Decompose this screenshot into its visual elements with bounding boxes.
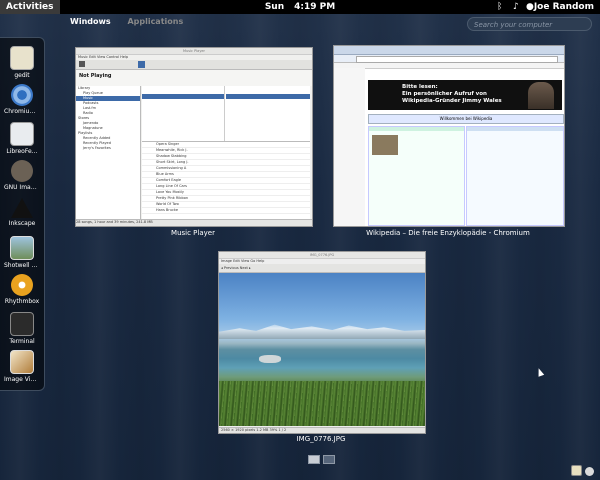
libreoffice-icon (10, 122, 34, 146)
workspace-1[interactable] (308, 455, 320, 464)
play-icon (79, 61, 85, 67)
wiki-sidebar (334, 68, 365, 226)
dash-item-libreoffice[interactable]: LibreoFe… (4, 122, 40, 155)
workspace-2[interactable] (323, 455, 335, 464)
article-image (372, 135, 398, 155)
rock (259, 355, 281, 363)
artist-row-selected[interactable] (142, 94, 224, 99)
clock-day: Sun (264, 2, 285, 12)
status-bar: 28 songs, 1 hour and 39 minutes, 241.8 M… (76, 219, 312, 226)
workspace-indicator (308, 449, 338, 468)
window-caption-image: IMG_0776.JPG (296, 435, 346, 443)
status-bar: 2560 × 1920 pixels 1.2 MB 39% 1 / 2 (219, 427, 425, 433)
dash-label: GNU Imag… (4, 184, 40, 191)
volume-icon[interactable]: ♪ (513, 0, 519, 14)
tab-applications[interactable]: Applications (127, 17, 183, 26)
window-caption-chromium: Wikipedia – Die freie Enzyklopädie - Chr… (366, 229, 530, 237)
tab-windows[interactable]: Windows (70, 17, 111, 26)
dash-item-gedit[interactable]: gedit (4, 46, 40, 79)
window-image-viewer[interactable]: IMG_0776.JPG Image Edit View Go Help ◂ P… (218, 251, 426, 434)
article-panel (368, 126, 465, 226)
window-chromium[interactable]: Wikipedia Bitte lesen: Ein persönlicher … (333, 45, 565, 227)
banner-line1: Bitte lesen: (402, 84, 438, 90)
dash-label: LibreoFe… (6, 148, 38, 155)
image-toolbar: ◂ Previous Next ▸ (219, 264, 425, 273)
dash-item-inkscape[interactable]: Inkscape (4, 198, 40, 227)
portrait-photo (528, 82, 554, 109)
grass (219, 381, 425, 426)
rhythmbox-icon (11, 274, 33, 296)
now-playing: Not Playing (76, 70, 312, 86)
dash-label: Inkscape (8, 220, 36, 227)
dash-label: Shotwell P… (4, 262, 40, 269)
clock[interactable]: Sun 4:19 PM (0, 0, 600, 14)
tray-status-icon[interactable] (585, 467, 594, 476)
toolbar (76, 60, 312, 70)
browser-pane (142, 86, 310, 142)
dash-item-rhythmbox[interactable]: Rhythmbox (4, 274, 40, 305)
dash: gedit Chromium… LibreoFe… GNU Imag… Inks… (0, 37, 45, 391)
bookmarks-bar (334, 63, 564, 69)
banner-line3: Wikipedia-Gründer Jimmy Wales (402, 98, 502, 104)
dash-item-terminal[interactable]: Terminal (4, 312, 40, 345)
dash-item-chromium[interactable]: Chromium… (4, 84, 40, 115)
window-titlebar: IMG_0776.JPG (219, 252, 425, 259)
top-panel: Activities Sun 4:19 PM ᛒ ♪ ● Joe Random (0, 0, 600, 14)
address-bar[interactable] (356, 56, 558, 63)
welcome-box: Willkommen bei Wikipedia (368, 114, 564, 124)
dash-label: Terminal (9, 338, 35, 345)
shotwell-icon (10, 236, 34, 260)
inkscape-icon (11, 198, 33, 218)
gimp-icon (11, 160, 33, 182)
bluetooth-icon[interactable]: ᛒ (497, 0, 502, 14)
view-selector: Windows Applications (70, 17, 197, 26)
album-row-selected[interactable] (226, 94, 310, 99)
fundraising-banner[interactable]: Bitte lesen: Ein persönlicher Aufruf von… (368, 80, 562, 110)
banner-line2: Ein persönlicher Aufruf von (402, 91, 487, 97)
dash-label: Chromium… (4, 108, 40, 115)
dash-item-gimp[interactable]: GNU Imag… (4, 160, 40, 191)
photo-canvas (219, 273, 425, 426)
window-titlebar: Music Player (76, 48, 312, 55)
gedit-icon (10, 46, 34, 70)
user-status-icon: ● (526, 2, 534, 12)
shuffle-icon (138, 61, 145, 68)
library-item[interactable]: Jerry's Favorites (76, 146, 140, 151)
mouse-cursor-icon (535, 367, 545, 377)
dash-item-shotwell[interactable]: Shotwell P… (4, 236, 40, 269)
dash-label: Image Vie… (4, 376, 40, 383)
terminal-icon (10, 312, 34, 336)
status-text: 28 songs, 1 hour and 39 minutes, 241.8 M… (76, 220, 153, 224)
clock-time: 4:19 PM (294, 2, 336, 12)
window-music-player[interactable]: Music Player Music Edit View Control Hel… (75, 47, 313, 227)
library-sidebar: Library Play Queue Music Podcasts Last.fm Rad… (76, 86, 141, 219)
tray-app-icon[interactable] (571, 465, 582, 476)
mountain-range (219, 324, 425, 339)
dash-label: Rhythmbox (4, 298, 40, 305)
image-viewer-icon (10, 350, 34, 374)
chromium-icon (11, 84, 33, 106)
browser-toolbar (334, 55, 564, 63)
user-menu[interactable]: Joe Random (534, 0, 594, 14)
track-row[interactable]: Hans Brucke (142, 208, 310, 214)
window-caption-music: Music Player (171, 229, 215, 237)
dash-item-image-viewer[interactable]: Image Vie… (4, 350, 40, 383)
search-input[interactable]: Search your computer (467, 17, 592, 31)
news-panel (466, 126, 564, 226)
track-list: Opera Singer Meanwhile, Rick J. Shadow Sta… (142, 142, 310, 219)
dash-label: gedit (14, 72, 30, 79)
tab-strip (334, 46, 564, 61)
